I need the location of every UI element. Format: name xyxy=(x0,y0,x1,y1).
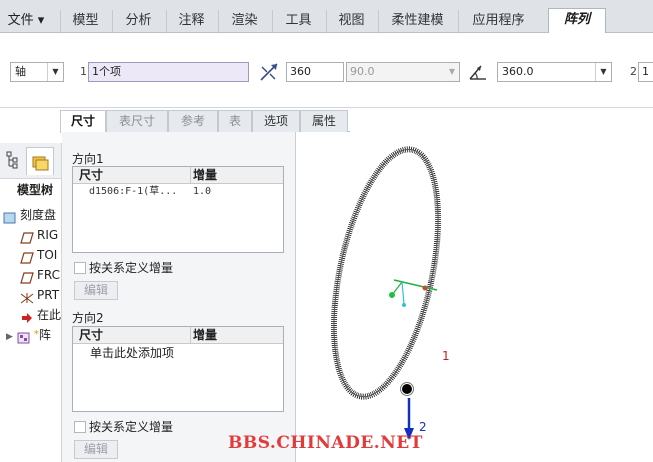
angular-range-select[interactable]: 360.0 ▼ xyxy=(497,62,612,82)
dashboard-subtabs: 尺寸 表尺寸 参考 表 选项 属性 xyxy=(60,110,350,133)
layer-tab[interactable] xyxy=(26,147,54,175)
folder-icon xyxy=(32,156,49,171)
member-count-input[interactable]: 360 xyxy=(286,62,344,82)
graphics-window[interactable]: 1 2 xyxy=(297,132,653,462)
tree-item-csys[interactable]: PRT xyxy=(20,285,59,305)
subtab-properties[interactable]: 属性 xyxy=(300,110,348,132)
axis-line xyxy=(401,281,405,305)
pattern-ring xyxy=(330,146,442,400)
checkbox-box[interactable] xyxy=(74,262,86,274)
member-angle-input: 90.0 ▼ xyxy=(346,62,460,82)
direction2-label: 2 xyxy=(419,420,427,434)
direction1-title: 方向1 xyxy=(72,152,104,166)
datum-plane-icon xyxy=(20,270,34,284)
header-increment: 增量 xyxy=(190,167,217,183)
ribbon-tab-bar: 文件 ▾ 模型 分析 注释 渲染 工具 视图 柔性建模 应用程序 阵列 xyxy=(0,0,653,34)
subtab-table-dimensions[interactable]: 表尺寸 xyxy=(106,110,168,132)
subtab-dimensions[interactable]: 尺寸 xyxy=(60,110,106,133)
center-point xyxy=(422,285,428,291)
edit-button-2[interactable]: 编辑 xyxy=(74,440,118,459)
subtab-options[interactable]: 选项 xyxy=(252,110,300,132)
axis-point xyxy=(389,292,395,298)
axis-point xyxy=(402,303,406,307)
flip-direction-icon[interactable] xyxy=(258,61,280,83)
pattern-member-marker[interactable] xyxy=(402,384,412,394)
direction2-count-input[interactable]: 1 xyxy=(638,62,653,82)
increment-cell[interactable]: 1.0 xyxy=(193,184,211,200)
checkbox-box[interactable] xyxy=(74,421,86,433)
tab-render[interactable]: 渲染 xyxy=(218,10,270,33)
header-dimension: 尺寸 xyxy=(79,328,104,342)
angular-extent-icon[interactable] xyxy=(467,61,489,83)
table-header: 尺寸 增量 xyxy=(73,327,283,344)
expand-triangle-icon[interactable]: ▶ xyxy=(6,332,13,342)
pattern-dashboard: 轴 ▼ 1 1个项 360 90.0 ▼ 360.0 ▼ 2 1 xyxy=(0,33,653,108)
tree-item-right[interactable]: RIG xyxy=(20,225,58,245)
tab-view[interactable]: 视图 xyxy=(326,10,376,33)
tab-analysis[interactable]: 分析 xyxy=(112,10,164,33)
tree-item-insert-here[interactable]: 在此 xyxy=(20,305,61,325)
header-dimension: 尺寸 xyxy=(79,168,104,182)
tab-tools[interactable]: 工具 xyxy=(272,10,324,33)
tree-item-pattern[interactable]: ▶ *阵 xyxy=(6,325,51,345)
chevron-down-icon: ▼ xyxy=(448,67,456,76)
tab-pattern[interactable]: 阵列 xyxy=(548,8,606,34)
direction1-reference-collector[interactable]: 1个项 xyxy=(88,62,249,82)
tab-annotate[interactable]: 注释 xyxy=(166,10,216,33)
datum-plane-icon xyxy=(20,250,34,264)
subtab-tables[interactable]: 表 xyxy=(218,110,252,132)
tab-model[interactable]: 模型 xyxy=(60,10,110,33)
table-header: 尺寸 增量 xyxy=(73,167,283,184)
tree-item-part[interactable]: 刻度盘 xyxy=(3,205,56,225)
model-tree: 模型树 刻度盘 RIG TOI FRC PRT 在此 ▶ *阵 xyxy=(0,143,62,462)
part-icon xyxy=(3,210,17,223)
insert-arrow-icon xyxy=(20,310,34,323)
dimensions-panel: 方向1 尺寸 增量 d1506:F-1(草... 1.0 按关系定义增量 编辑 … xyxy=(62,132,296,462)
tab-flexible-modeling[interactable]: 柔性建模 xyxy=(378,10,456,33)
direction1-number: 1 xyxy=(80,65,87,78)
table-row[interactable]: d1506:F-1(草... 1.0 xyxy=(73,184,283,200)
pattern-type-select[interactable]: 轴 ▼ xyxy=(10,62,64,82)
dimension-cell: d1506:F-1(草... xyxy=(89,186,178,197)
model-viewport[interactable]: 1 2 xyxy=(297,132,653,462)
model-tree-title: 模型树 xyxy=(17,183,54,197)
watermark: BBS.CHINADE.NET xyxy=(228,433,423,453)
file-menu[interactable]: 文件 ▾ xyxy=(0,10,52,33)
csys-icon xyxy=(20,290,34,303)
tab-applications[interactable]: 应用程序 xyxy=(458,10,538,33)
direction1-label: 1 xyxy=(442,349,450,363)
direction1-table[interactable]: 尺寸 增量 d1506:F-1(草... 1.0 xyxy=(72,166,284,253)
edit-button-1[interactable]: 编辑 xyxy=(74,281,118,300)
datum-plane-icon xyxy=(20,230,34,244)
subtab-references[interactable]: 参考 xyxy=(168,110,218,132)
tree-toolbar xyxy=(0,143,61,179)
tree-item-front[interactable]: FRC xyxy=(20,265,60,285)
direction2-number: 2 xyxy=(630,65,637,78)
relation-increment-checkbox-1[interactable]: 按关系定义增量 xyxy=(74,261,173,275)
header-increment: 增量 xyxy=(190,327,217,343)
tree-view-icon[interactable] xyxy=(5,151,21,169)
tree-item-top[interactable]: TOI xyxy=(20,245,57,265)
add-item-placeholder[interactable]: 单击此处添加项 xyxy=(90,345,174,361)
chevron-down-icon: ▼ xyxy=(47,63,63,81)
direction2-title: 方向2 xyxy=(72,311,104,325)
chevron-down-icon: ▼ xyxy=(595,63,611,81)
pattern-icon xyxy=(17,330,31,343)
direction2-table[interactable]: 尺寸 增量 单击此处添加项 xyxy=(72,326,284,412)
relation-increment-checkbox-2[interactable]: 按关系定义增量 xyxy=(74,420,173,434)
